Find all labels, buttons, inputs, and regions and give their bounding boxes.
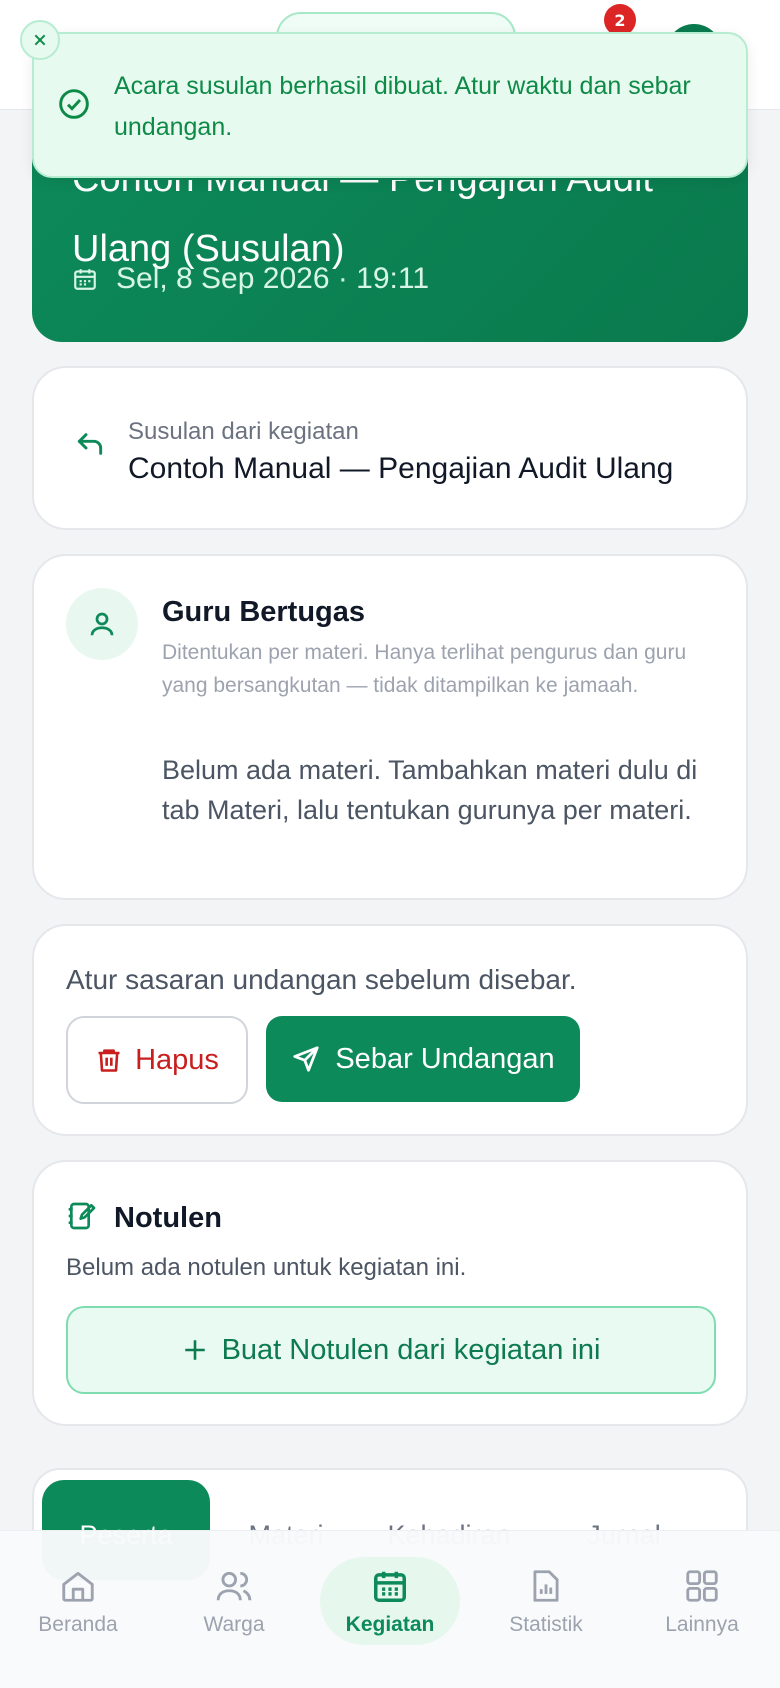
toast-close-button[interactable] bbox=[20, 20, 60, 60]
calendar-icon bbox=[74, 269, 96, 290]
create-notulen-button[interactable]: Buat Notulen dari kegiatan ini bbox=[66, 1306, 716, 1394]
plus-icon bbox=[184, 1340, 205, 1360]
nav-warga[interactable]: Warga bbox=[156, 1531, 312, 1688]
calendar-icon bbox=[374, 1571, 406, 1602]
chart-icon bbox=[533, 1570, 559, 1602]
send-invitation-label: Sebar Undangan bbox=[335, 1042, 555, 1075]
origin-label: Susulan dari kegiatan bbox=[128, 418, 359, 445]
event-title-line1: Contoh Manual — Pengajian Audit bbox=[72, 180, 653, 202]
nav-beranda[interactable]: Beranda bbox=[0, 1531, 156, 1688]
actions-hint: Atur sasaran undangan sebelum disebar. bbox=[66, 964, 577, 995]
notebook-edit-icon bbox=[68, 1202, 96, 1230]
guru-empty-message: Belum ada materi. Tambahkan materi dulu … bbox=[162, 755, 698, 825]
nav-lainnya[interactable]: Lainnya bbox=[624, 1531, 780, 1688]
guru-title: Guru Bertugas bbox=[162, 596, 366, 628]
reply-arrow-icon bbox=[77, 433, 103, 455]
toast-message: Acara susulan berhasil dibuat. Atur wakt… bbox=[114, 72, 691, 141]
notulen-empty-message: Belum ada notulen untuk kegiatan ini. bbox=[66, 1254, 467, 1281]
event-date: Sel, 8 Sep 2026 · 19:11 bbox=[72, 262, 429, 296]
origin-event-name[interactable]: Contoh Manual — Pengajian Audit Ulang bbox=[128, 452, 673, 486]
nav-kegiatan[interactable]: Kegiatan bbox=[312, 1531, 468, 1688]
nav-kegiatan-label: Kegiatan bbox=[345, 1613, 435, 1636]
invite-actions-card: Atur sasaran undangan sebelum disebar. H… bbox=[32, 924, 748, 1136]
nav-lainnya-label: Lainnya bbox=[665, 1613, 739, 1636]
guru-avatar bbox=[66, 588, 138, 660]
grid-icon bbox=[686, 1570, 718, 1602]
check-circle-icon bbox=[59, 89, 89, 119]
users-icon bbox=[216, 1571, 252, 1601]
nav-statistik[interactable]: Statistik bbox=[468, 1531, 624, 1688]
event-title: Contoh Manual — Pengajian Audit Ulang (S… bbox=[72, 180, 653, 272]
bottom-navigation: Beranda Warga Kegiatan Statistik Lainnya bbox=[0, 1530, 780, 1688]
notulen-title: Notulen bbox=[114, 1202, 222, 1234]
trash-icon bbox=[98, 1049, 120, 1072]
nav-warga-label: Warga bbox=[203, 1613, 265, 1636]
send-icon bbox=[293, 1046, 319, 1072]
create-notulen-label: Buat Notulen dari kegiatan ini bbox=[221, 1333, 601, 1366]
home-icon bbox=[62, 1571, 94, 1602]
close-icon bbox=[34, 34, 46, 46]
notulen-card: Notulen Belum ada notulen untuk kegiatan… bbox=[32, 1160, 748, 1426]
nav-beranda-label: Beranda bbox=[38, 1613, 118, 1636]
send-invitation-button[interactable]: Sebar Undangan bbox=[266, 1016, 580, 1102]
guru-subtitle: Ditentukan per materi. Hanya terlihat pe… bbox=[162, 641, 687, 697]
nav-statistik-label: Statistik bbox=[509, 1613, 583, 1636]
success-toast: Acara susulan berhasil dibuat. Atur wakt… bbox=[32, 32, 748, 178]
delete-button[interactable]: Hapus bbox=[66, 1016, 248, 1104]
guru-card: Guru Bertugas Ditentukan per materi. Han… bbox=[32, 554, 748, 900]
delete-button-label: Hapus bbox=[135, 1043, 219, 1076]
event-date-text: Sel, 8 Sep 2026 · 19:11 bbox=[116, 262, 430, 295]
origin-card[interactable]: Susulan dari kegiatan Contoh Manual — Pe… bbox=[32, 366, 748, 530]
user-icon bbox=[90, 612, 114, 636]
